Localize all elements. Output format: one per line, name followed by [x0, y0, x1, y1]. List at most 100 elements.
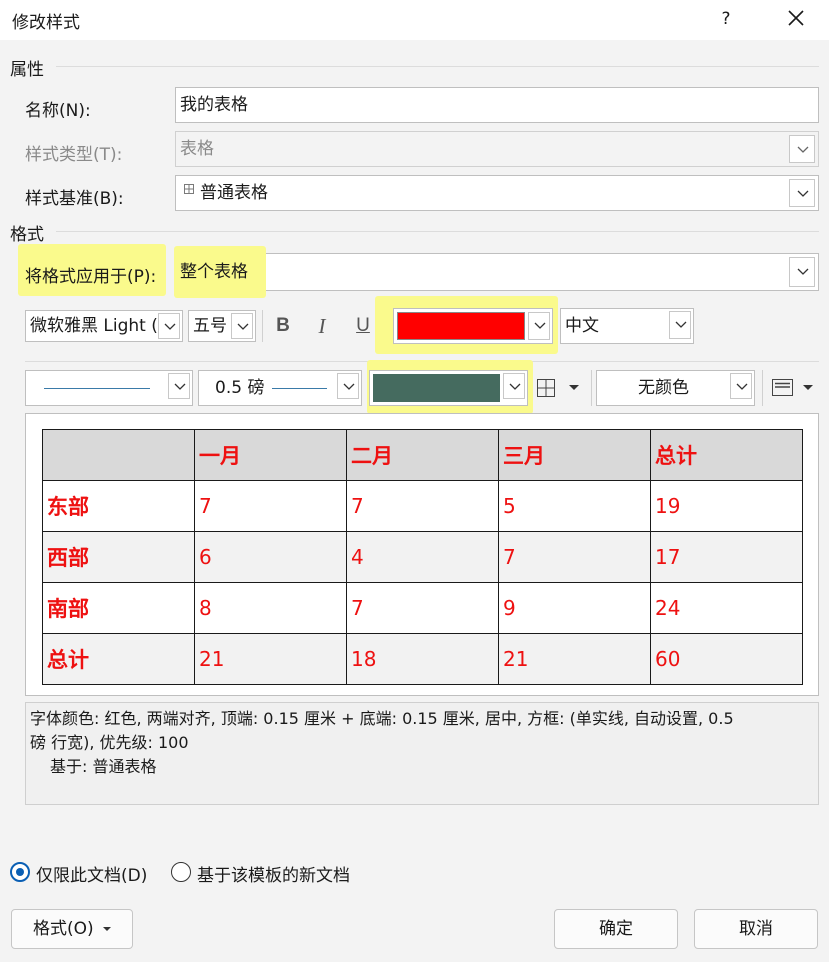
chevron-down-icon [509, 383, 521, 390]
borders-button[interactable] [535, 375, 585, 401]
table-cell: 18 [346, 633, 499, 685]
chevron-down-icon [164, 323, 176, 330]
section-divider [56, 66, 819, 67]
chevron-down-icon [675, 321, 687, 328]
chevron-down-icon [534, 322, 546, 329]
border-style-combo[interactable] [25, 370, 193, 406]
table-cell: 5 [498, 480, 651, 532]
shading-value: 无颜色 [638, 378, 689, 398]
style-type-select: 表格 [175, 131, 819, 167]
table-cell: 24 [650, 582, 803, 634]
font-size-value: 五号 [193, 316, 227, 336]
format-menu-label: 格式(O) [32, 919, 94, 939]
chevron-down-icon [736, 383, 748, 390]
help-button[interactable]: ? [712, 4, 740, 34]
table-cell: 二月 [346, 429, 499, 481]
table-cell: 8 [194, 582, 347, 634]
chevron-down-icon [797, 190, 809, 197]
chevron-down-icon [174, 383, 186, 390]
table-row: 东部 7 7 5 19 [42, 480, 803, 532]
table-cell: 总计 [650, 429, 803, 481]
border-color-dropdown[interactable] [503, 373, 525, 399]
table-cell: 21 [194, 633, 347, 685]
border-width-dropdown[interactable] [337, 373, 359, 399]
this-document-radio[interactable] [10, 862, 30, 882]
font-name-combo[interactable]: 微软雅黑 Light ( [25, 310, 183, 342]
apply-to-select[interactable]: 整个表格 [174, 246, 819, 298]
border-color-picker[interactable] [369, 370, 528, 406]
table-cell: 17 [650, 531, 803, 583]
border-color-swatch [373, 374, 500, 402]
table-cell: 一月 [194, 429, 347, 481]
format-section-label: 格式 [10, 225, 44, 245]
apply-to-value: 整个表格 [180, 262, 248, 282]
table-cell: 7 [346, 582, 499, 634]
based-on-select[interactable]: 普通表格 [175, 175, 819, 211]
chevron-down-icon [103, 927, 112, 931]
table-style-icon [184, 184, 194, 194]
table-cell: 西部 [42, 531, 195, 583]
table-cell [42, 429, 195, 481]
style-type-label: 样式类型(T): [25, 145, 123, 165]
border-style-line [44, 388, 150, 389]
table-preview: 一月 二月 三月 总计 东部 7 7 5 19 西部 6 4 7 17 南部 8… [25, 413, 819, 696]
font-color-swatch [397, 312, 525, 340]
table-cell: 三月 [498, 429, 651, 481]
bold-button[interactable]: B [268, 311, 298, 341]
style-type-dropdown [789, 135, 815, 163]
italic-button[interactable]: I [307, 311, 337, 341]
chevron-down-icon [237, 323, 249, 330]
name-input[interactable]: 我的表格 [175, 87, 819, 123]
border-width-value: 0.5 磅 [215, 378, 265, 398]
language-value: 中文 [565, 316, 599, 336]
format-menu-button[interactable]: 格式(O) [11, 909, 133, 949]
name-label: 名称(N): [25, 101, 91, 121]
table-cell: 9 [498, 582, 651, 634]
description-line: 磅 行宽), 优先级: 100 [30, 733, 189, 752]
shading-dropdown[interactable] [730, 373, 752, 399]
cancel-button[interactable]: 取消 [694, 909, 818, 949]
border-width-combo[interactable]: 0.5 磅 [198, 370, 362, 406]
border-width-line [272, 388, 327, 389]
chevron-down-icon [343, 383, 355, 390]
shading-combo[interactable]: 无颜色 [596, 370, 755, 406]
style-description: 字体颜色: 红色, 两端对齐, 顶端: 0.15 厘米 + 底端: 0.15 厘… [25, 702, 819, 805]
apply-to-label: 将格式应用于(P): [25, 267, 157, 287]
based-on-dropdown[interactable] [789, 179, 815, 207]
font-name-value: 微软雅黑 Light ( [30, 316, 158, 336]
underline-button[interactable]: U [348, 311, 378, 341]
language-dropdown[interactable] [669, 311, 691, 339]
style-type-value: 表格 [180, 139, 214, 159]
font-color-picker[interactable] [393, 308, 553, 344]
font-size-dropdown[interactable] [231, 313, 253, 339]
table-row: 南部 8 7 9 24 [42, 582, 803, 634]
table-cell: 南部 [42, 582, 195, 634]
table-cell: 7 [346, 480, 499, 532]
ok-button[interactable]: 确定 [554, 909, 678, 949]
border-style-dropdown[interactable] [168, 373, 190, 399]
based-on-label: 样式基准(B): [25, 189, 124, 209]
table-cell: 7 [194, 480, 347, 532]
table-row: 总计 21 18 21 60 [42, 633, 803, 685]
table-cell: 6 [194, 531, 347, 583]
table-cell: 4 [346, 531, 499, 583]
template-radio[interactable] [171, 862, 191, 882]
title-bar [0, 0, 829, 40]
template-label[interactable]: 基于该模板的新文档 [197, 861, 350, 886]
table-cell: 7 [498, 531, 651, 583]
close-button[interactable] [778, 2, 814, 36]
apply-to-dropdown[interactable] [789, 257, 815, 287]
language-combo[interactable]: 中文 [560, 308, 694, 344]
this-document-label[interactable]: 仅限此文档(D) [36, 861, 147, 886]
font-size-combo[interactable]: 五号 [188, 310, 256, 342]
toolbar-separator [762, 370, 763, 406]
table-header-row: 一月 二月 三月 总计 [42, 429, 803, 481]
chevron-down-icon [797, 268, 809, 275]
table-cell: 总计 [42, 633, 195, 685]
table-row: 西部 6 4 7 17 [42, 531, 803, 583]
toolbar-separator [262, 310, 263, 342]
font-color-dropdown[interactable] [528, 312, 550, 340]
font-name-dropdown[interactable] [158, 313, 180, 339]
alignment-button[interactable] [770, 375, 820, 401]
close-icon [788, 10, 804, 26]
